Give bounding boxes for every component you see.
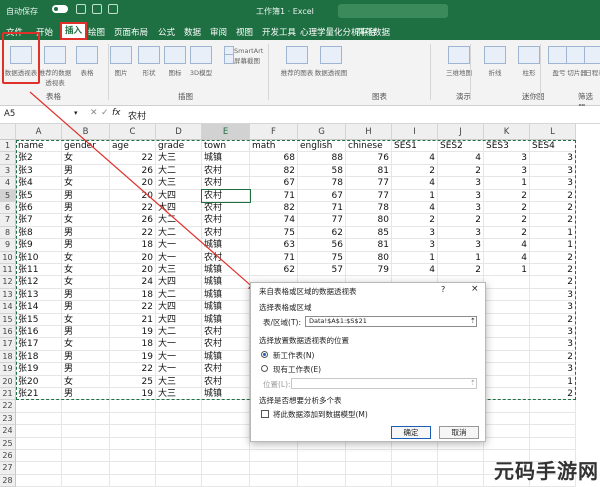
radio-existing-sheet[interactable] <box>261 365 268 372</box>
section-range-label: 选择表格或区域 <box>259 302 312 313</box>
data-model-label[interactable]: 将此数据添加到数据模型(M) <box>273 409 368 420</box>
section-model-label: 选择是否想要分析多个表 <box>259 395 342 406</box>
cancel-button[interactable]: 取消 <box>439 426 479 439</box>
watermark: 元码手游网 <box>494 455 599 484</box>
location-input[interactable] <box>291 378 477 389</box>
location-label: 位置(L): <box>263 379 291 390</box>
ok-button[interactable]: 确定 <box>391 426 431 439</box>
range-input[interactable]: Data!$A$1:$S$21 <box>305 316 477 327</box>
section-location-label: 选择放置数据透视表的位置 <box>259 335 349 346</box>
table-cell[interactable]: 农村 <box>202 190 250 202</box>
range-label: 表/区域(T): <box>263 317 301 328</box>
new-sheet-label[interactable]: 新工作表(N) <box>273 350 314 361</box>
dialog-title: 来自表格或区域的数据透视表 <box>259 286 357 297</box>
pivot-table-dialog: 来自表格或区域的数据透视表 ? × 选择表格或区域 表/区域(T): Data!… <box>250 282 486 442</box>
help-icon[interactable]: ? <box>441 285 445 294</box>
location-select-icon[interactable]: ⇡ <box>470 379 476 387</box>
data-model-checkbox[interactable] <box>261 410 269 418</box>
radio-new-sheet[interactable] <box>261 351 268 358</box>
existing-sheet-label[interactable]: 现有工作表(E) <box>273 364 321 375</box>
close-icon[interactable]: × <box>471 284 479 294</box>
range-select-icon[interactable]: ⇡ <box>470 317 476 325</box>
